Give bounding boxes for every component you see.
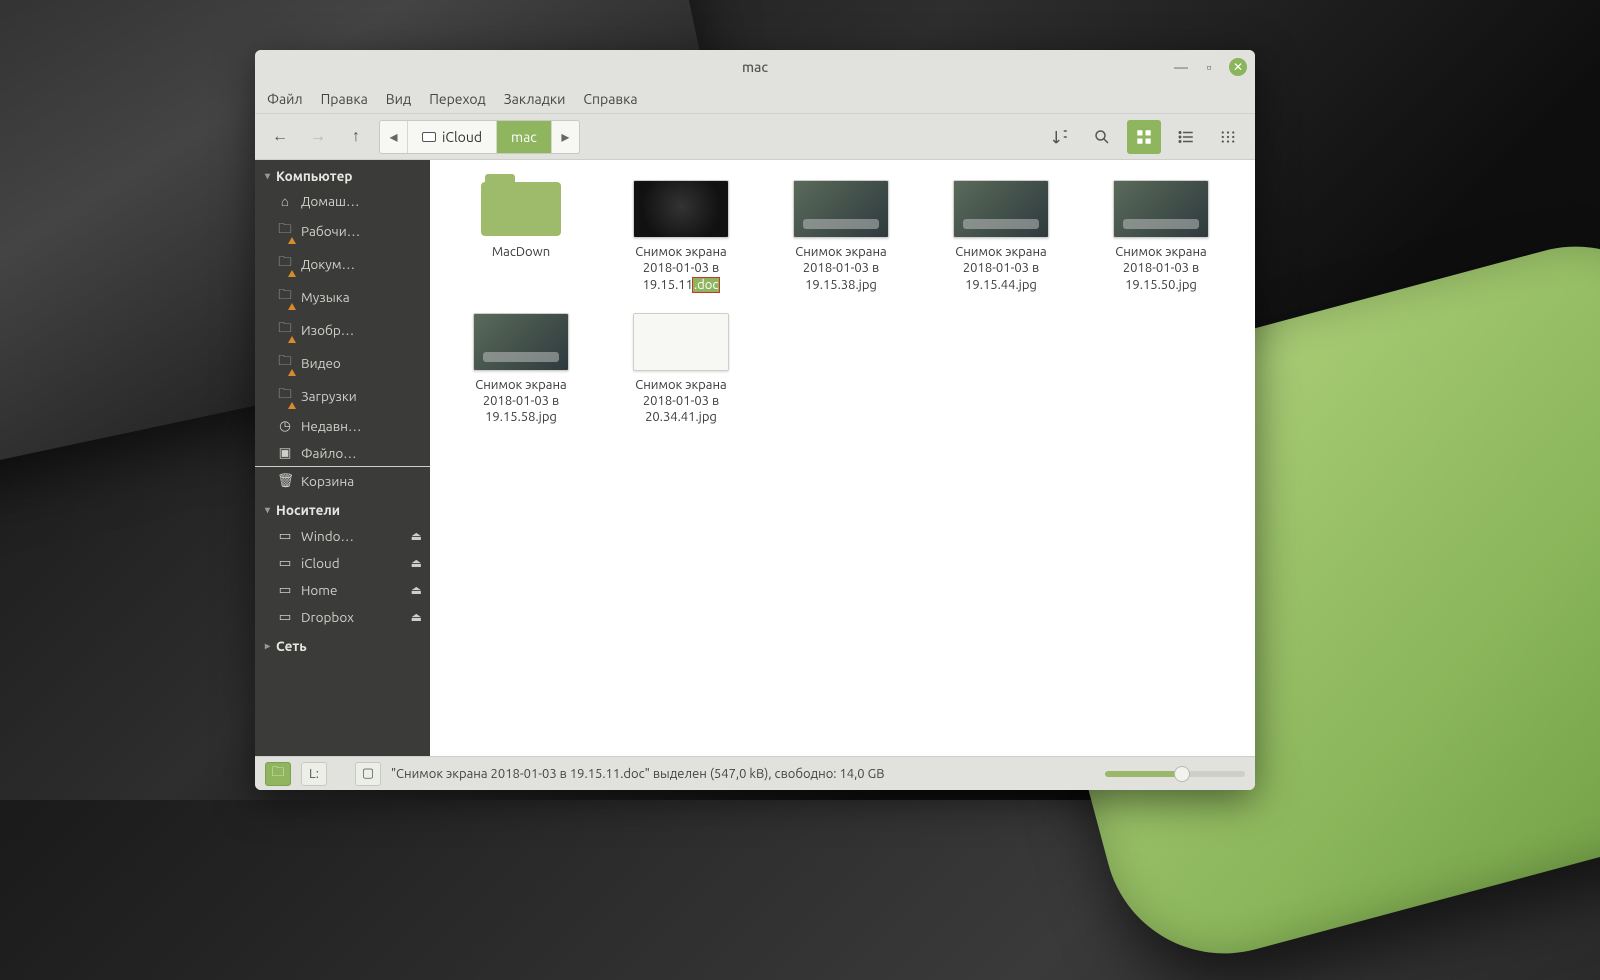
sidebar-section-computer[interactable]: ▾ Компьютер [255,160,430,188]
file-name: Снимок экрана2018-01-03 в19.15.44.jpg [955,244,1047,293]
status-text: "Снимок экрана 2018-01-03 в 19.15.11.doc… [391,767,1095,781]
file-item[interactable]: Снимок экрана2018-01-03 в19.15.38.jpg [766,180,916,293]
maximize-button[interactable]: ▫ [1201,59,1217,75]
sidebar-item-filesystem[interactable]: ▣Файло… [255,439,430,467]
file-item[interactable]: Снимок экрана2018-01-03 в19.15.11.doc [606,180,756,293]
sidebar-item-dropbox[interactable]: ▭Dropbox⏏ [255,603,430,630]
sidebar-item-videos[interactable]: 🗀Видео [255,346,430,379]
file-area[interactable]: MacDown Снимок экрана2018-01-03 в19.15.1… [430,160,1255,756]
image-thumbnail [793,180,889,238]
eject-icon[interactable]: ⏏ [411,583,422,597]
sidebar-item-downloads[interactable]: 🗀Загрузки [255,379,430,412]
disk-icon: ▣ [277,444,293,461]
sidebar-item-documents[interactable]: 🗀Докум… [255,247,430,280]
file-item[interactable]: Снимок экрана2018-01-03 в19.15.44.jpg [926,180,1076,293]
toolbar: ← → ↑ ◂ iCloud mac ▸ [255,114,1255,160]
sidebar-section-network[interactable]: ▸ Сеть [255,630,430,658]
up-button[interactable]: ↑ [341,122,371,152]
breadcrumb-label: mac [511,129,537,145]
path-prev-button[interactable]: ◂ [380,121,408,153]
drive-icon: ▭ [277,527,293,544]
sidebar-section-devices[interactable]: ▾ Носители [255,494,430,522]
window-title: mac [255,59,1255,75]
view-compact-button[interactable] [1211,120,1245,154]
open-terminal-button[interactable]: 🗀 [265,762,291,786]
drive-icon: ▭ [277,608,293,625]
breadcrumb-label: iCloud [442,129,482,145]
breadcrumb-icloud[interactable]: iCloud [408,121,496,153]
eject-icon[interactable]: ⏏ [411,556,422,570]
drive-icon [422,132,436,142]
file-name: Снимок экрана2018-01-03 в20.34.41.jpg [635,377,727,426]
file-name-editing[interactable]: Снимок экрана2018-01-03 в19.15.11.doc [635,244,727,293]
clock-icon: ◷ [277,417,293,434]
file-name: Снимок экрана2018-01-03 в19.15.50.jpg [1115,244,1207,293]
folder-icon: 🗀 [277,384,293,407]
toggle-path-entry-button[interactable] [1043,120,1077,154]
zoom-handle[interactable] [1174,766,1190,782]
close-button[interactable]: ✕ [1229,58,1247,76]
folder-icon [481,182,561,236]
show-tree-button[interactable]: L: [301,762,327,786]
sidebar-item-trash[interactable]: 🗑Корзина [255,467,430,494]
menu-file[interactable]: Файл [267,91,303,107]
chevron-down-icon: ▾ [265,170,270,182]
trash-icon: 🗑 [277,472,293,489]
menu-go[interactable]: Переход [429,91,486,107]
sidebar-item-desktop[interactable]: 🗀Рабочи… [255,214,430,247]
folder-icon: 🗀 [277,252,293,275]
file-name: Снимок экрана2018-01-03 в19.15.38.jpg [795,244,887,293]
view-icons-button[interactable] [1127,120,1161,154]
file-name: MacDown [492,244,550,260]
chevron-down-icon: ▾ [265,504,270,516]
sidebar-item-pictures[interactable]: 🗀Изобр… [255,313,430,346]
menu-edit[interactable]: Правка [321,91,368,107]
icon-grid: MacDown Снимок экрана2018-01-03 в19.15.1… [430,160,1255,446]
image-thumbnail [953,180,1049,238]
file-item[interactable]: Снимок экрана2018-01-03 в19.15.50.jpg [1086,180,1236,293]
view-list-button[interactable] [1169,120,1203,154]
file-name: Снимок экрана2018-01-03 в19.15.58.jpg [475,377,567,426]
eject-icon[interactable]: ⏏ [411,529,422,543]
eject-icon[interactable]: ⏏ [411,610,422,624]
folder-icon: 🗀 [277,318,293,341]
menu-bookmarks[interactable]: Закладки [504,91,566,107]
sidebar: ▾ Компьютер ⌂Домаш… 🗀Рабочи… 🗀Докум… 🗀Му… [255,160,430,756]
toggle-sidepane-button[interactable]: ▢ [355,762,381,786]
drive-icon: ▭ [277,581,293,598]
folder-icon: 🗀 [277,285,293,308]
sidebar-item-home-drive[interactable]: ▭Home⏏ [255,576,430,603]
minimize-button[interactable]: — [1173,59,1189,75]
menu-help[interactable]: Справка [583,91,637,107]
zoom-slider[interactable] [1105,771,1245,777]
statusbar: 🗀 L: ▢ "Снимок экрана 2018-01-03 в 19.15… [255,756,1255,790]
drive-icon: ▭ [277,554,293,571]
folder-icon: 🗀 [277,219,293,242]
image-thumbnail [1113,180,1209,238]
file-item[interactable]: MacDown [446,180,596,293]
sidebar-item-windows[interactable]: ▭Windo…⏏ [255,522,430,549]
home-icon: ⌂ [277,193,293,209]
breadcrumb-mac[interactable]: mac [496,121,551,153]
file-manager-window: mac — ▫ ✕ Файл Правка Вид Переход Заклад… [255,50,1255,790]
image-thumbnail [633,313,729,371]
back-button[interactable]: ← [265,122,295,152]
file-item[interactable]: Снимок экрана2018-01-03 в19.15.58.jpg [446,313,596,426]
sidebar-item-recent[interactable]: ◷Недавн… [255,412,430,439]
path-next-button[interactable]: ▸ [551,121,579,153]
sidebar-item-home[interactable]: ⌂Домаш… [255,188,430,214]
menu-view[interactable]: Вид [386,91,411,107]
image-thumbnail [633,180,729,238]
chevron-right-icon: ▸ [265,640,270,652]
menubar: Файл Правка Вид Переход Закладки Справка [255,84,1255,114]
search-button[interactable] [1085,120,1119,154]
sidebar-item-icloud[interactable]: ▭iCloud⏏ [255,549,430,576]
image-thumbnail [473,313,569,371]
folder-icon: 🗀 [277,351,293,374]
forward-button[interactable]: → [303,122,333,152]
breadcrumb: ◂ iCloud mac ▸ [379,120,580,154]
file-item[interactable]: Снимок экрана2018-01-03 в20.34.41.jpg [606,313,756,426]
sidebar-item-music[interactable]: 🗀Музыка [255,280,430,313]
titlebar[interactable]: mac — ▫ ✕ [255,50,1255,84]
